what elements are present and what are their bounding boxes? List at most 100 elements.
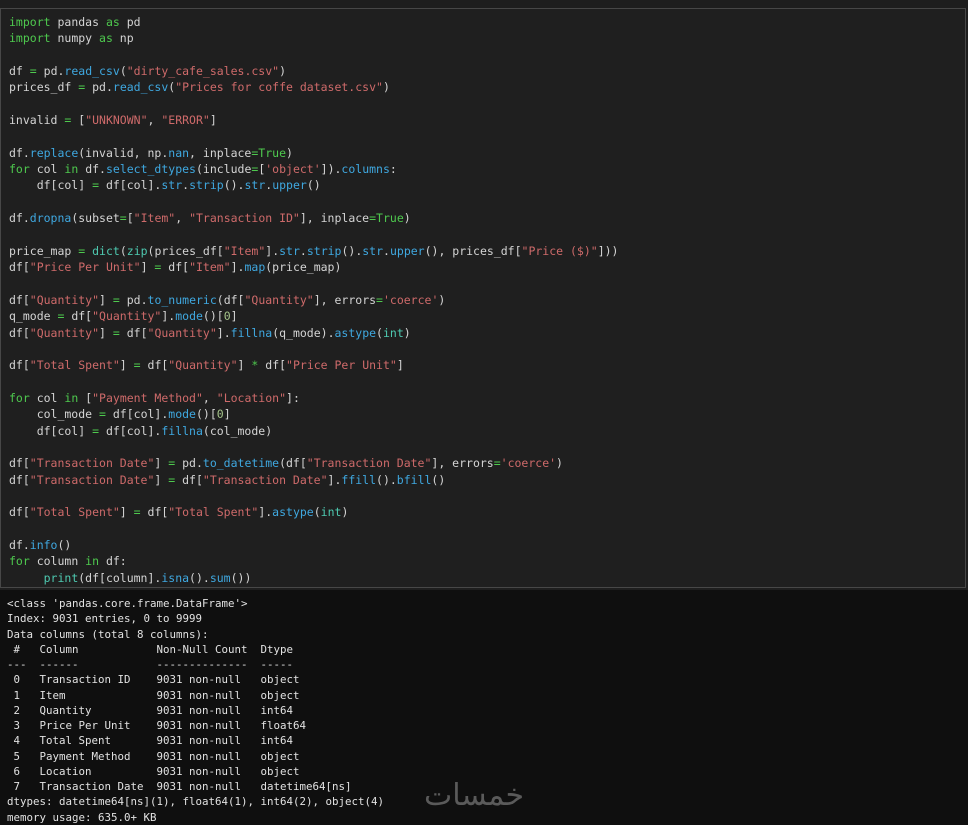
- code-token: ]: [223, 407, 231, 422]
- code-token: (: [119, 243, 127, 258]
- code-token: ]: [154, 472, 169, 487]
- code-token: ].: [327, 472, 342, 487]
- code-token: select_dtypes: [105, 162, 196, 177]
- code-token: df[: [9, 260, 30, 275]
- code-line: df["Total Spent"] = df["Total Spent"].as…: [9, 504, 618, 520]
- code-token: , inplace: [189, 145, 252, 160]
- code-line: df["Transaction Date"] = df["Transaction…: [9, 472, 618, 488]
- code-token: int: [320, 505, 342, 520]
- code-token: df[: [9, 358, 30, 373]
- code-token: :: [389, 162, 397, 177]
- code-token: "Transaction Date": [202, 472, 328, 487]
- code-token: =: [112, 325, 120, 340]
- code-line: price_map = dict(zip(prices_df["Item"].s…: [9, 243, 618, 259]
- code-token: ].: [258, 505, 273, 520]
- code-token: dropna: [29, 211, 72, 226]
- code-token: df[: [161, 260, 190, 275]
- code-token: astype: [334, 325, 377, 340]
- code-token: astype: [272, 505, 314, 520]
- code-line: df.dropna(subset=["Item", "Transaction I…: [9, 210, 618, 226]
- code-token: columns: [341, 162, 390, 177]
- code-token: ]: [396, 358, 404, 373]
- code-token: str: [244, 178, 266, 193]
- code-token: df[: [9, 325, 30, 340]
- code-token: map: [244, 260, 266, 275]
- code-line: col_mode = df[col].mode()[0]: [9, 406, 618, 422]
- code-token: ()[: [202, 309, 224, 324]
- output-line: Index: 9031 entries, 0 to 9999: [7, 612, 203, 626]
- code-token: to_numeric: [147, 292, 217, 307]
- output-line: 4 Total Spent 9031 non-null int64: [7, 734, 294, 748]
- code-token: "Payment Method": [92, 390, 203, 405]
- code-token: 'object': [265, 162, 321, 177]
- code-line: df["Quantity"] = pd.to_numeric(df["Quant…: [9, 292, 618, 308]
- code-token: (): [431, 472, 446, 487]
- code-token: invalid: [9, 113, 65, 128]
- code-token: "Item": [223, 243, 266, 258]
- code-token: =: [493, 456, 501, 471]
- code-token: =: [99, 407, 106, 422]
- code-token: ,: [175, 211, 190, 226]
- code-line: import pandas as pd: [9, 14, 618, 30]
- code-token: ,: [202, 390, 217, 405]
- code-token: .: [383, 243, 390, 258]
- code-token: as: [99, 31, 113, 46]
- code-token: upper: [389, 243, 425, 258]
- code-token: ): [279, 64, 287, 79]
- code-token: ().: [223, 178, 245, 193]
- code-token: (df[: [216, 292, 245, 307]
- code-token: pd.: [119, 292, 148, 307]
- code-token: "Price ($)": [521, 243, 598, 258]
- code-token: ()[: [195, 407, 217, 422]
- code-token: "UNKNOWN": [85, 113, 148, 128]
- output-line: 5 Payment Method 9031 non-null object: [7, 749, 300, 763]
- code-token: ): [403, 211, 411, 226]
- code-token: (: [376, 325, 383, 340]
- code-cell[interactable]: import pandas as pd import numpy as np df …: [0, 8, 966, 588]
- code-token: (df[: [279, 456, 307, 471]
- code-token: ]:: [286, 390, 300, 405]
- code-token: price_map: [9, 243, 79, 258]
- code-token: df[col]: [9, 423, 93, 438]
- code-token: "Quantity": [147, 325, 217, 340]
- code-line: import numpy as np: [9, 30, 618, 46]
- code-token: col_mode: [9, 407, 100, 422]
- code-token: df[col].: [105, 407, 169, 422]
- code-token: "Transaction Date": [29, 472, 155, 487]
- code-token: pd.: [85, 80, 113, 95]
- code-line: df = pd.read_csv("dirty_cafe_sales.csv"): [9, 63, 618, 79]
- code-token: read_csv: [64, 64, 120, 79]
- code-line: for col in ["Payment Method", "Location"…: [9, 390, 618, 406]
- code-token: pd.: [175, 456, 203, 471]
- code-token: df:: [99, 554, 127, 569]
- code-token: df.: [9, 538, 30, 552]
- code-line: for col in df.select_dtypes(include=['ob…: [9, 161, 618, 177]
- code-line: df["Total Spent"] = df["Quantity"] * df[…: [9, 357, 618, 373]
- code-token: isna: [161, 570, 190, 585]
- code-token: prices_df: [9, 80, 79, 95]
- code-token: ]: [99, 292, 113, 307]
- code-token: ]).: [320, 162, 342, 177]
- code-token: sum: [209, 570, 231, 585]
- code-token: [: [126, 211, 134, 226]
- code-token: replace: [29, 145, 79, 160]
- code-token: print: [43, 570, 79, 585]
- code-token: df[col]: [9, 178, 93, 193]
- code-token: (col_mode): [202, 423, 273, 438]
- code-token: read_csv: [112, 80, 169, 95]
- code-token: ], errors: [431, 456, 494, 471]
- code-token: col: [29, 162, 65, 177]
- code-token: strip: [189, 178, 224, 193]
- code-token: ].: [216, 325, 231, 340]
- code-line: invalid = ["UNKNOWN", "ERROR"]: [9, 112, 618, 128]
- code-token: df.: [78, 162, 106, 177]
- code-editor[interactable]: import pandas as pd import numpy as np df …: [9, 14, 618, 586]
- code-token: df[col].: [99, 178, 162, 193]
- code-token: ): [341, 505, 349, 520]
- code-token: (: [313, 505, 321, 520]
- code-token: df.: [9, 211, 30, 226]
- code-token: ].: [161, 309, 176, 324]
- code-token: import: [9, 15, 51, 29]
